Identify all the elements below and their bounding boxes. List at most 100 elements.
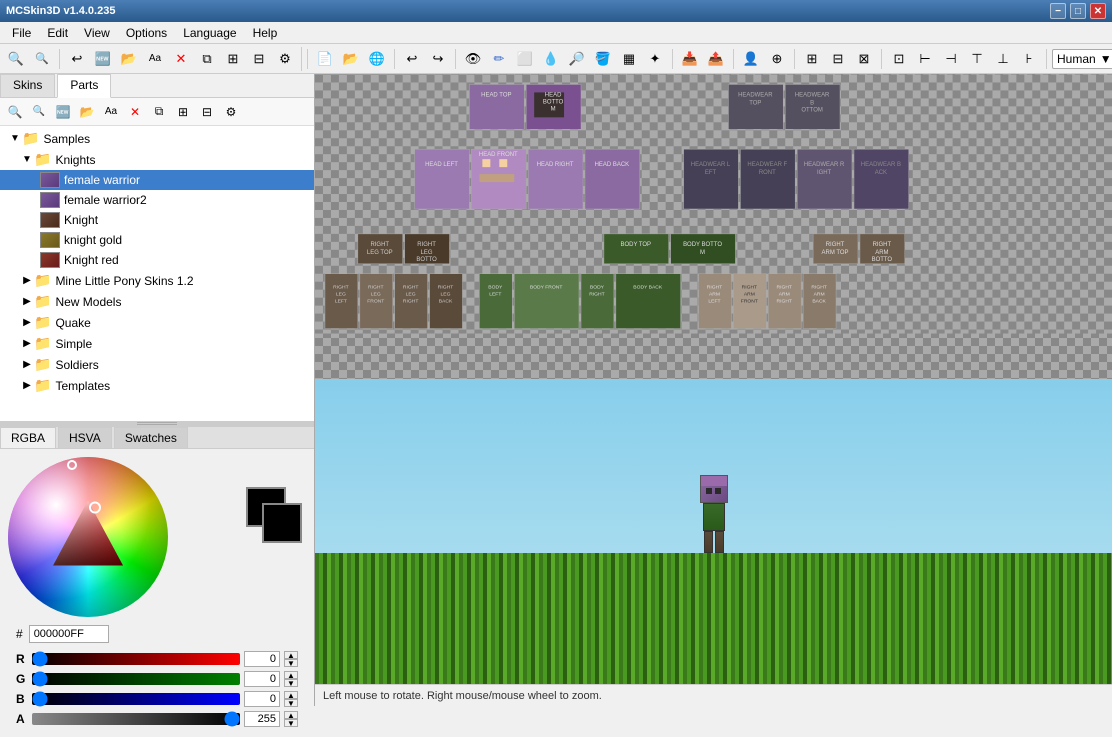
- tree-node-new-models[interactable]: ▶ 📁 New Models: [0, 291, 314, 312]
- expand-simple[interactable]: ▶: [20, 338, 34, 349]
- menu-view[interactable]: View: [76, 24, 118, 42]
- background-swatch[interactable]: [262, 503, 302, 543]
- expand-mlp[interactable]: ▶: [20, 275, 34, 286]
- figure-button[interactable]: 👤: [739, 47, 763, 71]
- tab-skins[interactable]: Skins: [0, 74, 55, 97]
- grid-view2[interactable]: ⊟: [826, 47, 850, 71]
- r-input[interactable]: [244, 651, 280, 667]
- g-slider[interactable]: [32, 673, 240, 685]
- tree-node-female-warrior[interactable]: female warrior: [0, 170, 314, 190]
- menu-file[interactable]: File: [4, 24, 39, 42]
- tree-node-quake[interactable]: ▶ 📁 Quake: [0, 312, 314, 333]
- open-button[interactable]: 📂: [117, 47, 141, 71]
- menu-help[interactable]: Help: [245, 24, 286, 42]
- web-button[interactable]: 🌐: [365, 47, 389, 71]
- rename-button[interactable]: Aa: [143, 47, 167, 71]
- tree-node-knight-red[interactable]: Knight red: [0, 250, 314, 270]
- tree-node-knights[interactable]: ▼ 📁 Knights: [0, 149, 314, 170]
- color-triangle[interactable]: [48, 496, 128, 576]
- color-wheel[interactable]: [8, 457, 168, 617]
- skin-3d-view[interactable]: [315, 379, 1112, 684]
- tab-parts[interactable]: Parts: [57, 74, 111, 98]
- zoom-in-button[interactable]: 🔍: [4, 47, 28, 71]
- export-button[interactable]: 📤: [704, 47, 728, 71]
- tree-node-female-warrior2[interactable]: female warrior2: [0, 190, 314, 210]
- tree-settings[interactable]: ⚙: [220, 101, 242, 123]
- tree-zoom-in[interactable]: 🔍: [4, 101, 26, 123]
- a-down[interactable]: ▼: [284, 719, 298, 727]
- grid-button[interactable]: ⊞: [221, 47, 245, 71]
- menu-options[interactable]: Options: [118, 24, 175, 42]
- expand-quake[interactable]: ▶: [20, 317, 34, 328]
- b-slider[interactable]: [32, 693, 240, 705]
- grid-view1[interactable]: ⊞: [800, 47, 824, 71]
- tree-node-knight[interactable]: Knight: [0, 210, 314, 230]
- tree-clone[interactable]: ⧉: [148, 101, 170, 123]
- model-dropdown[interactable]: Human ▼: [1052, 49, 1112, 69]
- grid2-button[interactable]: ⊟: [247, 47, 271, 71]
- tree-node-simple[interactable]: ▶ 📁 Simple: [0, 333, 314, 354]
- a-up[interactable]: ▲: [284, 711, 298, 719]
- tree-zoom-out[interactable]: 🔍: [28, 101, 50, 123]
- menu-language[interactable]: Language: [175, 24, 244, 42]
- fill-button[interactable]: 🪣: [591, 47, 615, 71]
- expand-templates[interactable]: ▶: [20, 380, 34, 391]
- close-button[interactable]: ✕: [1090, 3, 1106, 19]
- import-button[interactable]: 📥: [678, 47, 702, 71]
- undo-button[interactable]: ↩: [65, 47, 89, 71]
- shade-btn[interactable]: ⊥: [991, 47, 1015, 71]
- undo2-button[interactable]: ↩: [400, 47, 424, 71]
- clone-button[interactable]: ⧉: [195, 47, 219, 71]
- dropper-button[interactable]: 💧: [539, 47, 563, 71]
- grid-view3[interactable]: ⊠: [852, 47, 876, 71]
- tree-node-knight-gold[interactable]: knight gold: [0, 230, 314, 250]
- view-toggle[interactable]: 👁: [461, 47, 485, 71]
- zoom-out-button[interactable]: 🔍: [30, 47, 54, 71]
- mirror-btn[interactable]: ⊢: [913, 47, 937, 71]
- delete-button[interactable]: ✕: [169, 47, 193, 71]
- noise-button[interactable]: ▦: [617, 47, 641, 71]
- pencil-button[interactable]: ✏: [487, 47, 511, 71]
- redo-button[interactable]: ↪: [426, 47, 450, 71]
- tree-add[interactable]: 🆕: [52, 101, 74, 123]
- tree-grid2[interactable]: ⊟: [196, 101, 218, 123]
- tree-grid[interactable]: ⊞: [172, 101, 194, 123]
- r-down[interactable]: ▼: [284, 659, 298, 667]
- settings-button[interactable]: ⚙: [273, 47, 297, 71]
- expand-knights[interactable]: ▼: [20, 154, 34, 165]
- add-skin-button[interactable]: 🆕: [91, 47, 115, 71]
- skin-canvas[interactable]: HEAD TOP HEAD BOTTO M HEADWEAR TOP HEADW…: [315, 74, 1112, 379]
- snap-btn[interactable]: ⊡: [887, 47, 911, 71]
- g-input[interactable]: [244, 671, 280, 687]
- menu-edit[interactable]: Edit: [39, 24, 76, 42]
- maximize-button[interactable]: □: [1070, 3, 1086, 19]
- depth-btn[interactable]: ⊣: [939, 47, 963, 71]
- tree-node-soldiers[interactable]: ▶ 📁 Soldiers: [0, 354, 314, 375]
- r-slider[interactable]: [32, 653, 240, 665]
- g-down[interactable]: ▼: [284, 679, 298, 687]
- tree-node-samples[interactable]: ▼ 📁 Samples: [0, 128, 314, 149]
- dark-btn[interactable]: ⊦: [1017, 47, 1041, 71]
- tree-node-templates[interactable]: ▶ 📁 Templates: [0, 375, 314, 396]
- minimize-button[interactable]: −: [1050, 3, 1066, 19]
- color-tab-swatches[interactable]: Swatches: [114, 427, 188, 448]
- expand-soldiers[interactable]: ▶: [20, 359, 34, 370]
- alpha-btn[interactable]: ⊤: [965, 47, 989, 71]
- hex-input[interactable]: [29, 625, 109, 643]
- magnify-button[interactable]: 🔎: [565, 47, 589, 71]
- expand-samples[interactable]: ▼: [8, 133, 22, 144]
- a-slider[interactable]: [32, 713, 240, 725]
- b-input[interactable]: [244, 691, 280, 707]
- tree-delete[interactable]: ✕: [124, 101, 146, 123]
- expand-new-models[interactable]: ▶: [20, 296, 34, 307]
- a-input[interactable]: [244, 711, 280, 727]
- tree-node-mine-little-pony[interactable]: ▶ 📁 Mine Little Pony Skins 1.2: [0, 270, 314, 291]
- scatter-button[interactable]: ✦: [643, 47, 667, 71]
- tree-rename[interactable]: Aa: [100, 101, 122, 123]
- tool-a[interactable]: ⊕: [765, 47, 789, 71]
- eraser-button[interactable]: ⬜: [513, 47, 537, 71]
- open2-button[interactable]: 📂: [339, 47, 363, 71]
- color-tab-hsva[interactable]: HSVA: [58, 427, 112, 448]
- color-tab-rgba[interactable]: RGBA: [0, 427, 56, 448]
- tree-open[interactable]: 📂: [76, 101, 98, 123]
